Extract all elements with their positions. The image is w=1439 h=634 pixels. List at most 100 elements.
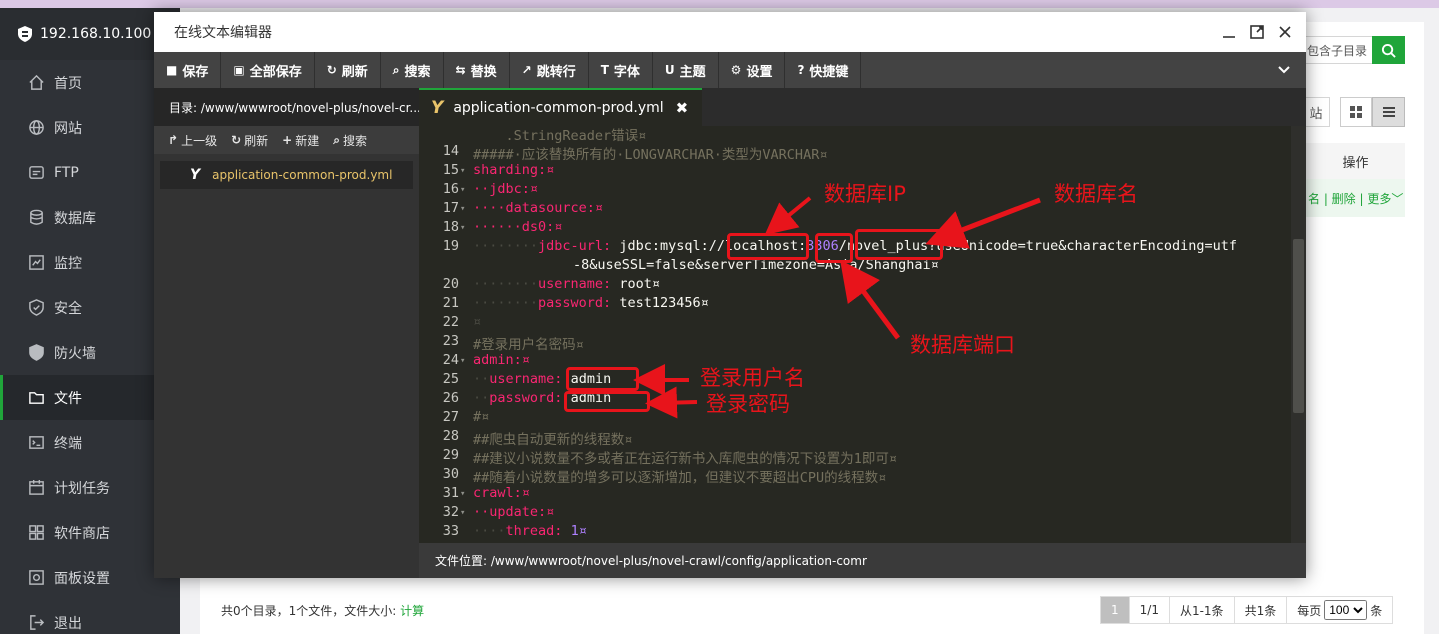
pagination: 1 1/1 从1-1条 共1条 每页 100 条 bbox=[1100, 596, 1394, 624]
annotation-login-pass: 登录密码 bbox=[706, 392, 790, 416]
fold-toggle-icon[interactable]: ▾ bbox=[460, 204, 465, 214]
theme-icon: U bbox=[664, 63, 675, 77]
list-view-button[interactable] bbox=[1372, 97, 1405, 127]
fold-toggle-icon[interactable]: ▾ bbox=[460, 489, 465, 499]
toolbar-button-label: 保存 bbox=[182, 64, 209, 80]
code-line: ##爬虫自动更新的线程数¤ bbox=[473, 432, 633, 448]
toolbar-button-label: 刷新 bbox=[341, 64, 368, 80]
sidebar-item-panel-settings[interactable]: 面板设置 bbox=[0, 555, 180, 600]
fold-toggle-icon[interactable]: ▾ bbox=[460, 356, 465, 366]
tab-application-common-prod[interactable]: Yapplication-common-prod.yml ✖ bbox=[419, 88, 703, 126]
sidebar-item-label: 面板设置 bbox=[54, 570, 110, 587]
code-line: .StringReader错误¤ bbox=[473, 128, 647, 144]
toolbar-theme-button[interactable]: U 主题 bbox=[653, 52, 719, 88]
sidebar-item-database[interactable]: 数据库 bbox=[0, 195, 180, 240]
vertical-scrollbar[interactable] bbox=[1291, 126, 1306, 543]
sidebar-item-label: 文件 bbox=[54, 390, 82, 407]
annotation-box-password bbox=[564, 391, 650, 412]
toolbar-save-all-button[interactable]: ▣ 全部保存 bbox=[221, 52, 315, 88]
row-actions[interactable]: 名 | 删除 | 更多 ﹀ bbox=[1306, 179, 1405, 217]
sidebar-item-label: 软件商店 bbox=[54, 525, 110, 542]
close-tab-icon[interactable]: ✖ bbox=[676, 99, 689, 117]
fold-toggle-icon[interactable]: ▾ bbox=[460, 223, 465, 233]
page-current[interactable]: 1 bbox=[1100, 596, 1130, 624]
file-location-status: 文件位置: /www/wwwroot/novel-plus/novel-craw… bbox=[419, 543, 1306, 578]
file-tree-item[interactable]: Yapplication-common-prod.yml bbox=[160, 161, 413, 189]
annotation-db-name: 数据库名 bbox=[1054, 182, 1138, 206]
sidebar-item-label: 计划任务 bbox=[54, 480, 110, 497]
calculate-link[interactable]: 计算 bbox=[400, 604, 424, 618]
toolbar-goto-line-button[interactable]: ↗ 跳转行 bbox=[510, 52, 589, 88]
code-line: ··jdbc:¤ bbox=[473, 181, 539, 197]
sidebar-item-firewall[interactable]: 防火墙 bbox=[0, 330, 180, 375]
subdir-search-input[interactable]: 包含子目录 bbox=[1302, 36, 1374, 64]
code-line: #¤ bbox=[473, 409, 490, 425]
sidebar-item-cron[interactable]: 计划任务 bbox=[0, 465, 180, 510]
code-pane: Yapplication-common-prod.yml ✖ .StringRea… bbox=[419, 88, 1306, 578]
sidebar-item-logout[interactable]: 退出 bbox=[0, 600, 180, 634]
line-number: 26 bbox=[442, 390, 459, 406]
text-editor-window: 在线文本编辑器 ■ 保存 ▣ 全部保存 ↻ 刷新 ⌕ 搜索 ⇆ 替换 ↗ 跳转行 T 字体 U 主题 ⚙ 设置? 快… bbox=[154, 12, 1306, 578]
sidebar-item-website[interactable]: 网站 bbox=[0, 105, 180, 150]
monitor-icon bbox=[26, 253, 46, 273]
help-icon: ? bbox=[797, 63, 805, 77]
scrollbar-thumb[interactable] bbox=[1293, 239, 1304, 413]
toolbar-search-button[interactable]: ⌕ 搜索 bbox=[381, 52, 444, 88]
sidebar-item-security[interactable]: 安全 bbox=[0, 285, 180, 330]
fold-toggle-icon[interactable]: ▾ bbox=[460, 185, 465, 195]
sidebar-item-ftp[interactable]: FTP bbox=[0, 150, 180, 195]
grid-icon bbox=[1350, 106, 1362, 118]
current-directory: 目录: /www/wwwroot/novel-plus/novel-cr... bbox=[154, 88, 419, 126]
toolbar-replace-button[interactable]: ⇆ 替换 bbox=[444, 52, 510, 88]
minimize-icon[interactable] bbox=[1222, 25, 1236, 39]
sidebar-item-label: 监控 bbox=[54, 255, 82, 272]
sidebar-item-files[interactable]: 文件 bbox=[0, 375, 180, 420]
grid-view-button[interactable] bbox=[1340, 97, 1372, 127]
new-file-button[interactable]: + 新建 bbox=[282, 132, 319, 149]
toolbar-gear-button[interactable]: ⚙ 设置 bbox=[719, 52, 786, 88]
code-line: ##建议小说数量不多或者正在运行新书入库爬虫的情况下设置为1即可¤ bbox=[473, 451, 898, 467]
maximize-icon[interactable] bbox=[1250, 25, 1264, 39]
save-all-icon: ▣ bbox=[233, 63, 245, 77]
fold-toggle-icon[interactable]: ▾ bbox=[460, 166, 465, 176]
refresh-tree-icon: ↻ bbox=[231, 133, 242, 147]
sidebar-item-monitor[interactable]: 监控 bbox=[0, 240, 180, 285]
toolbar-refresh-button[interactable]: ↻ 刷新 bbox=[315, 52, 381, 88]
page-range: 从1-1条 bbox=[1169, 596, 1235, 624]
site-button[interactable]: 站 bbox=[1302, 97, 1330, 127]
toolbar-help-button[interactable]: ? 快捷键 bbox=[785, 52, 862, 88]
sidebar-item-store[interactable]: 软件商店 bbox=[0, 510, 180, 555]
sidebar-item-label: FTP bbox=[54, 164, 79, 181]
editor-tabbar: Yapplication-common-prod.yml ✖ bbox=[419, 88, 1306, 126]
toolbar-save-button[interactable]: ■ 保存 bbox=[154, 52, 222, 88]
page-count: 共1条 bbox=[1234, 596, 1288, 624]
settings-icon bbox=[26, 568, 46, 588]
toolbar-button-label: 设置 bbox=[746, 64, 773, 80]
toolbar-font-button[interactable]: T 字体 bbox=[589, 52, 653, 88]
line-number: 24 bbox=[442, 352, 459, 368]
search-tree-button[interactable]: ⌕ 搜索 bbox=[333, 132, 367, 149]
line-number: 18 bbox=[442, 219, 459, 235]
per-page-select[interactable]: 100 bbox=[1324, 600, 1368, 620]
code-line: ··update:¤ bbox=[473, 504, 555, 520]
sidebar-header: 192.168.10.100 bbox=[0, 8, 180, 60]
line-number: 27 bbox=[442, 409, 459, 425]
sidebar-item-label: 网站 bbox=[54, 120, 82, 137]
parent-dir-icon: ↱ bbox=[168, 133, 179, 147]
sidebar-item-home[interactable]: 首页 bbox=[0, 60, 180, 105]
close-icon[interactable] bbox=[1278, 25, 1292, 39]
parent-dir-button[interactable]: ↱ 上一级 bbox=[168, 132, 217, 149]
search-button[interactable] bbox=[1372, 36, 1405, 64]
sidebar-item-terminal[interactable]: 终端 bbox=[0, 420, 180, 465]
toolbar-button-label: 全部保存 bbox=[249, 64, 302, 80]
toolbar-collapse-button[interactable] bbox=[1262, 52, 1306, 88]
fold-toggle-icon[interactable]: ▾ bbox=[460, 508, 465, 518]
search-icon bbox=[1381, 43, 1396, 58]
code-line: crawl:¤ bbox=[473, 485, 530, 501]
annotation-box-port bbox=[815, 233, 853, 263]
code-line: ········password: test123456¤ bbox=[473, 295, 709, 311]
annotation-db-port: 数据库端口 bbox=[910, 333, 1015, 357]
sidebar-item-label: 首页 bbox=[54, 75, 82, 92]
firewall-icon bbox=[26, 343, 46, 363]
refresh-tree-button[interactable]: ↻ 刷新 bbox=[231, 132, 268, 149]
